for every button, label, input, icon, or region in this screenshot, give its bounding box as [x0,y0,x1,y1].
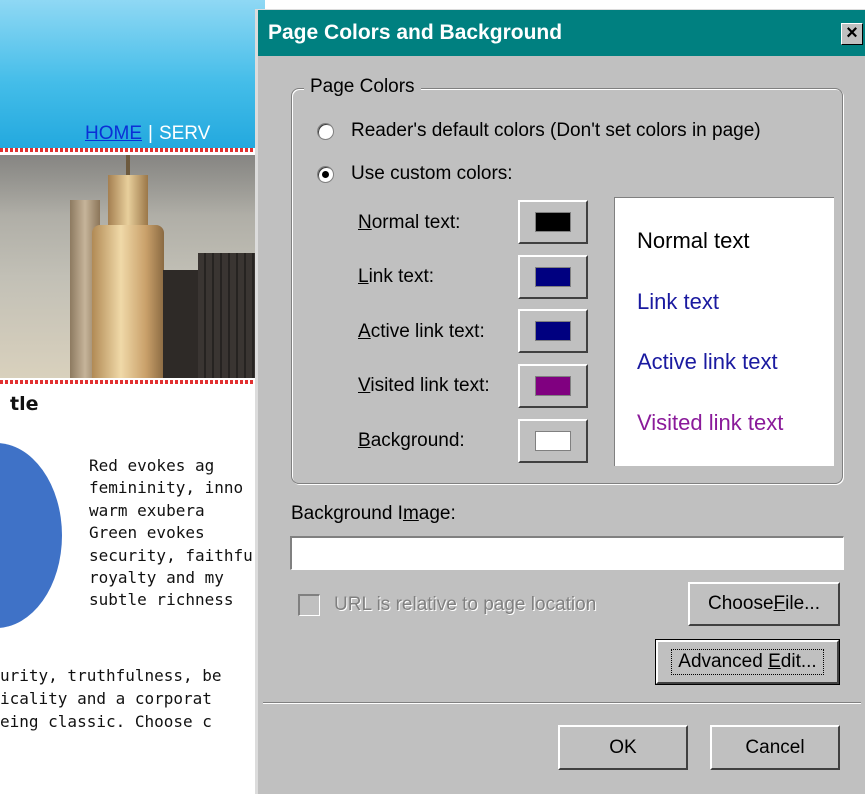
paragraph-line: urity, truthfulness, be [0,666,222,685]
preview-visited-link-text: Visited link text [637,410,784,435]
background-color-swatch [535,431,571,451]
red-divider-top [0,148,265,152]
cancel-button[interactable]: Cancel [710,725,840,770]
radio-custom-label: Use custom colors: [351,163,513,184]
active-link-text-color-button[interactable] [518,309,588,353]
background-image-input[interactable] [290,536,844,570]
background-color-label: Background: [358,430,465,451]
background-web-page: HOME | SERV tle Red evokes ag femininity, … [0,0,265,794]
paragraph-line: Green evokes [89,523,205,543]
choose-file-button[interactable]: Choose File... [688,582,840,626]
normal-text-color-swatch [535,212,571,232]
paragraph-line: security, faithfu [89,545,253,565]
page-paragraph-2: urity, truthfulness, be icality and a co… [0,664,222,733]
visited-link-text-color-button[interactable] [518,364,588,408]
page-colors-group: Page Colors Reader's default colors (Don… [291,76,843,484]
radio-readers-default-colors[interactable]: Reader's default colors (Don't set color… [317,120,761,142]
background-image-label: Background Image: [291,503,456,524]
normal-text-color-button[interactable] [518,200,588,244]
paragraph-line: royalty and my [89,568,224,588]
url-relative-checkbox[interactable] [298,594,320,616]
nav-home-link[interactable]: HOME [85,123,142,144]
paragraph-line: warm exubera [89,500,205,520]
page-colors-dialog: Page Colors and Background × Page Colors… [255,9,865,794]
normal-text-label: Normal text: [358,212,461,233]
red-divider-bottom [0,380,265,384]
ok-button[interactable]: OK [558,725,688,770]
active-link-text-label: Active link text: [358,321,485,342]
close-icon: × [846,22,858,44]
nav-separator: | [148,123,153,144]
paragraph-line: subtle richness [89,590,234,610]
preview-active-link-text: Active link text [637,349,778,374]
paragraph-line: icality and a corporat [0,689,212,708]
paragraph-line: femininity, inno [89,478,244,498]
blue-circle-graphic [0,443,62,628]
advanced-edit-focus: Advanced Edit... [671,649,824,675]
preview-link-text: Link text [637,289,719,314]
link-text-color-swatch [535,267,571,287]
visited-link-text-color-swatch [535,376,571,396]
paragraph-line: eing classic. Choose c [0,712,212,731]
preview-normal-text: Normal text [637,228,750,253]
radio-button-default[interactable] [317,122,334,140]
url-relative-checkbox-label: URL is relative to page location [334,594,597,615]
color-preview-panel: Normal text Link text Active link text V… [614,197,834,466]
visited-link-text-label: Visited link text: [358,375,490,396]
dialog-title: Page Colors and Background [268,21,563,44]
dialog-titlebar[interactable]: Page Colors and Background × [258,10,865,56]
city-skyline-photo [0,155,265,378]
page-nav: HOME | SERV [85,123,210,145]
radio-use-custom-colors[interactable]: Use custom colors: [317,163,513,185]
background-color-button[interactable] [518,419,588,463]
page-colors-group-label: Page Colors [304,76,421,98]
page-paragraph: Red evokes ag femininity, inno warm exub… [89,455,253,612]
url-relative-checkbox-row[interactable]: URL is relative to page location [298,594,596,616]
link-text-color-button[interactable] [518,255,588,299]
advanced-edit-button[interactable]: Advanced Edit... [655,639,840,685]
active-link-text-color-swatch [535,321,571,341]
paragraph-line: Red evokes ag [89,456,215,475]
radio-default-label: Reader's default colors (Don't set color… [351,120,761,141]
link-text-label: Link text: [358,266,435,287]
page-heading: tle [10,393,39,415]
close-button[interactable]: × [841,23,863,45]
dialog-separator [263,702,861,704]
nav-services-link[interactable]: SERV [159,123,210,144]
radio-button-custom[interactable] [317,165,334,183]
